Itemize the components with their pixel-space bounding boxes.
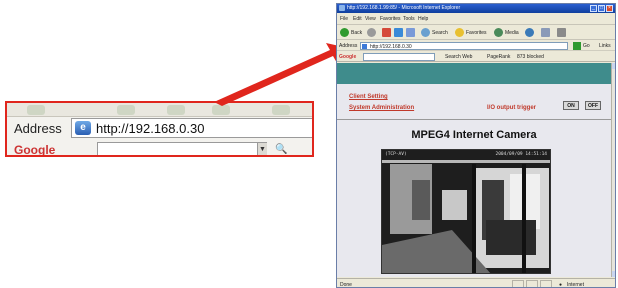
camera-video-feed: (TCP-AV) 2004/09/09 14:51:14 xyxy=(381,149,551,274)
status-pane xyxy=(512,280,524,287)
zoom-address-field[interactable]: e http://192.168.0.30 xyxy=(71,118,312,138)
page-content: Client Setting System Administration I/O… xyxy=(337,63,611,277)
internet-zone-label: Internet xyxy=(567,282,584,288)
links-label[interactable]: Links xyxy=(599,43,611,49)
chevron-down-icon[interactable]: ▼ xyxy=(257,143,267,155)
status-bar: Done ● Internet xyxy=(337,278,615,288)
zoom-google-label: Google xyxy=(14,143,56,157)
address-bar: Address http://192.168.0.30 Go Links xyxy=(337,41,615,51)
address-url: http://192.168.0.30 xyxy=(370,44,412,50)
media-button-label[interactable]: Media xyxy=(505,30,519,36)
print-icon[interactable] xyxy=(557,28,566,37)
on-button[interactable]: ON xyxy=(563,101,579,110)
google-toolbar: Google Search Web PageRank 873 blocked xyxy=(337,52,615,62)
maximize-button[interactable]: □ xyxy=(598,5,605,12)
ie-icon xyxy=(339,5,345,11)
zoom-address-url: http://192.168.0.30 xyxy=(96,121,205,136)
search-icon[interactable] xyxy=(421,28,430,37)
camera-title: MPEG4 Internet Camera xyxy=(411,129,537,141)
back-arrow-icon[interactable] xyxy=(340,28,349,37)
minimize-button[interactable]: _ xyxy=(590,5,597,12)
menu-tools[interactable]: Tools xyxy=(403,16,415,22)
client-setting-link[interactable]: Client Setting xyxy=(349,94,388,100)
pagerank-label: PageRank xyxy=(487,54,511,60)
video-scene xyxy=(382,150,550,273)
divider xyxy=(337,119,611,120)
media-icon[interactable] xyxy=(494,28,503,37)
title-bar: http://192.168.1.99:85/ - Microsoft Inte… xyxy=(337,4,615,13)
browser-window: http://192.168.1.99:85/ - Microsoft Inte… xyxy=(336,3,616,288)
close-button[interactable]: × xyxy=(606,5,613,12)
menu-help[interactable]: Help xyxy=(418,16,428,22)
scroll-up-arrow[interactable] xyxy=(612,63,615,69)
address-bar-zoom-callout: Address e http://192.168.0.30 Google ▼ 🔍 xyxy=(5,101,314,157)
video-osd-label: (TCP-AV) xyxy=(385,152,407,157)
back-button-label[interactable]: Back xyxy=(351,30,362,36)
standard-toolbar: Back Search Favorites Media xyxy=(337,24,615,40)
menu-view[interactable]: View xyxy=(365,16,376,22)
zoom-toolbar-strip xyxy=(7,103,312,117)
off-button[interactable]: OFF xyxy=(585,101,601,110)
go-button-label[interactable]: Go xyxy=(583,43,590,49)
arrow-shape xyxy=(214,43,344,106)
binoculars-icon[interactable]: 🔍 xyxy=(275,144,287,155)
popup-blocked-count[interactable]: 873 blocked xyxy=(517,54,544,60)
status-text: Done xyxy=(340,282,352,288)
vertical-scrollbar[interactable] xyxy=(611,63,615,277)
window-title: http://192.168.1.99:85/ - Microsoft Inte… xyxy=(347,5,461,11)
status-pane xyxy=(526,280,538,287)
window-controls: _ □ × xyxy=(590,5,613,12)
favorites-button-label[interactable]: Favorites xyxy=(466,30,487,36)
forward-arrow-icon[interactable] xyxy=(367,28,376,37)
header-band xyxy=(337,63,611,84)
internet-zone-icon: ● xyxy=(559,282,563,288)
scroll-down-arrow[interactable] xyxy=(612,271,615,277)
system-administration-link[interactable]: System Administration xyxy=(349,105,414,111)
search-web-button[interactable]: Search Web xyxy=(445,54,472,60)
stop-icon[interactable] xyxy=(382,28,391,37)
address-field[interactable]: http://192.168.0.30 xyxy=(360,42,568,50)
mail-icon[interactable] xyxy=(541,28,550,37)
zoom-google-search-field[interactable] xyxy=(97,142,267,155)
video-osd-timestamp: 2004/09/09 14:51:14 xyxy=(495,152,547,157)
io-output-trigger-label: I/O output trigger xyxy=(487,105,536,111)
favorites-star-icon[interactable] xyxy=(455,28,464,37)
status-pane xyxy=(540,280,552,287)
menu-bar: File Edit View Favorites Tools Help xyxy=(337,14,615,23)
home-icon[interactable] xyxy=(406,28,415,37)
screenshot-stage: Address e http://192.168.0.30 Google ▼ 🔍… xyxy=(0,0,618,288)
refresh-icon[interactable] xyxy=(394,28,403,37)
google-search-field[interactable] xyxy=(363,53,435,61)
zoom-address-label: Address xyxy=(14,121,62,136)
google-label[interactable]: Google xyxy=(339,54,356,60)
menu-edit[interactable]: Edit xyxy=(353,16,362,22)
address-label: Address xyxy=(339,43,358,49)
page-icon xyxy=(362,44,367,49)
menu-file[interactable]: File xyxy=(340,16,348,22)
ie-page-icon: e xyxy=(75,121,91,135)
search-button-label[interactable]: Search xyxy=(432,30,448,36)
menu-favorites[interactable]: Favorites xyxy=(380,16,401,22)
go-arrow-icon[interactable] xyxy=(573,42,581,50)
history-icon[interactable] xyxy=(525,28,534,37)
